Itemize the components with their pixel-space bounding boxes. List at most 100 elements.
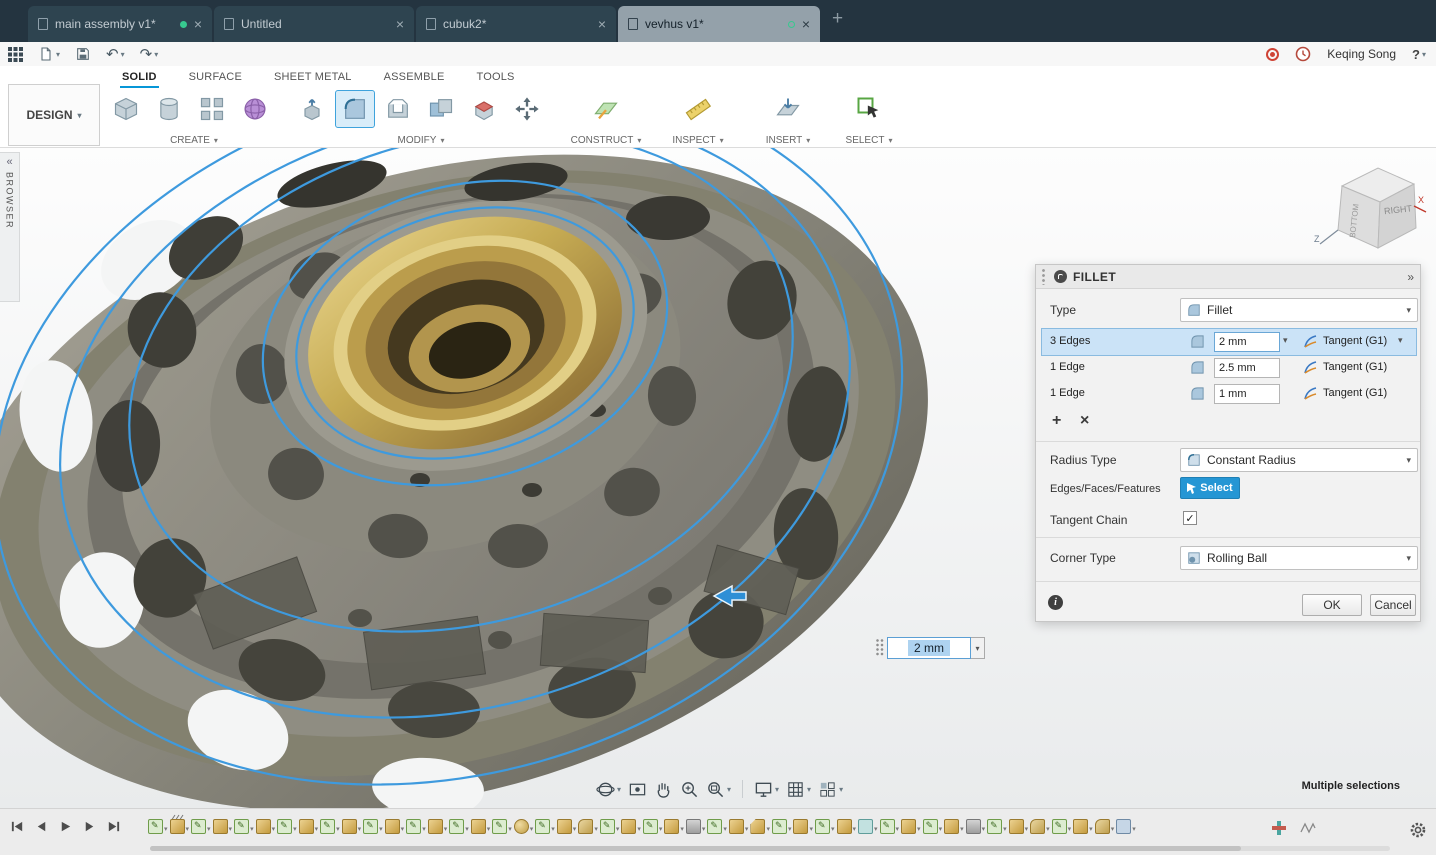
sketch-feature-icon[interactable] [191,819,206,834]
modify-group-dropdown[interactable]: MODIFY ▾ [292,135,550,146]
fillet-dialog-header[interactable]: FILLET » [1036,265,1420,289]
extrude-feature-icon[interactable] [471,819,486,834]
timeline-feature-sketch[interactable]: ▾ [449,819,469,834]
sketch-feature-icon[interactable] [406,819,421,834]
sketch-feature-icon[interactable] [363,819,378,834]
job-status-clock-icon[interactable] [1295,46,1311,62]
create-group-dropdown[interactable]: CREATE ▾ [106,135,282,146]
extrude-feature-icon[interactable] [901,819,916,834]
extrude-feature-icon[interactable] [342,819,357,834]
timeline-feature-sketch[interactable]: ▾ [987,819,1007,834]
model-canvas[interactable]: « BROWSER RIGHT BOTTOM X Z FILLET » Type… [0,148,1436,808]
grid-snap-button[interactable]: ▾ [786,780,811,799]
doc-tab-main-assembly[interactable]: main assembly v1* × [28,6,212,42]
sketch-feature-icon[interactable] [643,819,658,834]
edge-set-row-2[interactable]: 1 Edge Tangent (G1) [1042,355,1416,381]
construct-group-dropdown[interactable]: CONSTRUCT ▾ [562,135,650,146]
shell-feature-icon[interactable] [858,819,873,834]
go-to-end-button[interactable] [106,819,121,834]
dialog-drag-handle-icon[interactable] [1042,269,1048,285]
extrude-feature-icon[interactable] [664,819,679,834]
tab-assemble[interactable]: ASSEMBLE [382,66,447,88]
combine-tool[interactable] [421,90,461,128]
browser-panel-collapsed[interactable]: « BROWSER [0,152,20,302]
tab-tools[interactable]: TOOLS [474,66,516,88]
timeline-feature-extrude[interactable]: ▾ [1009,819,1029,834]
radius-input[interactable] [1214,358,1280,378]
timeline-feature-revolve[interactable]: ▾ [514,819,534,834]
extrude-feature-icon[interactable] [299,819,314,834]
radius-type-dropdown[interactable]: Constant Radius ▾ [1180,448,1418,472]
file-menu-button[interactable]: ▾ [38,46,60,62]
hole-feature-icon[interactable] [966,819,981,834]
pattern-tool[interactable] [192,90,232,128]
select-group-dropdown[interactable]: SELECT ▾ [836,135,902,146]
continuity-value[interactable]: Tangent (G1) [1323,361,1387,373]
user-account-button[interactable]: Keqing Song [1327,47,1396,61]
timeline-feature-sketch[interactable]: ▾ [772,819,792,834]
continuity-value[interactable]: Tangent (G1) [1323,335,1387,347]
sketch-feature-icon[interactable] [707,819,722,834]
ok-button[interactable]: OK [1302,594,1362,616]
fillet-feature-icon[interactable] [1030,819,1045,834]
sketch-feature-icon[interactable] [277,819,292,834]
expand-dialog-icon[interactable]: » [1407,270,1414,284]
extrude-feature-icon[interactable] [1073,819,1088,834]
tab-solid[interactable]: SOLID [120,66,159,88]
pan-button[interactable] [654,780,673,799]
timeline-feature-fillet[interactable]: ▾ [1030,819,1050,834]
timeline-scrollbar[interactable] [150,846,1390,851]
timeline-feature-sketch[interactable]: ▾ [643,819,663,834]
sketch-feature-icon[interactable] [880,819,895,834]
remove-edge-set-button[interactable]: × [1080,413,1089,429]
extrude-feature-icon[interactable] [385,819,400,834]
timeline-feature-sketch[interactable]: ▾ [535,819,555,834]
view-cube[interactable]: RIGHT BOTTOM X Z [1308,156,1428,261]
timeline-feature-sketch[interactable]: ▾ [600,819,620,834]
fillet-tool[interactable] [335,90,375,128]
move-copy-tool[interactable] [507,90,547,128]
help-button[interactable]: ? ▾ [1412,47,1426,62]
tangent-chain-checkbox[interactable]: ✓ [1183,511,1197,525]
play-button[interactable] [58,819,73,834]
caret-down-icon[interactable]: ▾ [1398,335,1403,346]
input-drag-handle-icon[interactable] [876,639,885,657]
create-form-tool[interactable] [235,90,275,128]
workspace-switcher[interactable]: DESIGN ▾ [8,84,100,146]
chamfer-feature-icon[interactable] [750,819,765,834]
edge-set-row-3[interactable]: 1 Edge Tangent (G1) [1042,381,1416,407]
timeline-feature-fillet[interactable]: ▾ [578,819,598,834]
close-tab-icon[interactable]: × [194,17,202,31]
timeline-feature-sketch[interactable]: ▾ [234,819,254,834]
timeline-feature-sketch[interactable]: ▾ [492,819,512,834]
new-tab-button[interactable]: + [832,8,843,30]
press-pull-tool[interactable] [292,90,332,128]
display-settings-button[interactable]: ▾ [754,780,779,799]
sketch-feature-icon[interactable] [320,819,335,834]
info-icon[interactable]: i [1048,595,1063,610]
sketch-feature-icon[interactable] [987,819,1002,834]
extrude-feature-icon[interactable] [1009,819,1024,834]
sketch-feature-icon[interactable] [815,819,830,834]
timeline-feature-combine[interactable]: ▾ [1116,819,1136,834]
sketch-feature-icon[interactable] [535,819,550,834]
offset-face-tool[interactable] [464,90,504,128]
extrude-feature-icon[interactable] [621,819,636,834]
timeline-feature-extrude[interactable]: ▾ [1073,819,1093,834]
corner-type-dropdown[interactable]: Rolling Ball ▾ [1180,546,1418,570]
doc-tab-cubuk2[interactable]: cubuk2* × [416,6,616,42]
tab-sheet-metal[interactable]: SHEET METAL [272,66,354,88]
doc-tab-untitled[interactable]: Untitled × [214,6,414,42]
timeline-feature-sketch[interactable]: ▾ [191,819,211,834]
zoom-button[interactable] [680,780,699,799]
gear-housing-model[interactable] [0,148,1040,808]
appearance-marker-icon[interactable] [1272,821,1286,838]
add-edge-set-button[interactable]: + [1052,413,1061,429]
timeline-feature-extrude[interactable]: ▾ [901,819,921,834]
sketch-feature-icon[interactable] [772,819,787,834]
timeline-feature-sketch[interactable]: ▾ [277,819,297,834]
measure-tool[interactable] [678,90,718,128]
timeline-feature-extrude[interactable]: ▾ [664,819,684,834]
edge-set-row-1[interactable]: 3 Edges ▾ Tangent (G1) ▾ [1042,329,1416,355]
app-menu-grid-icon[interactable] [8,47,23,62]
